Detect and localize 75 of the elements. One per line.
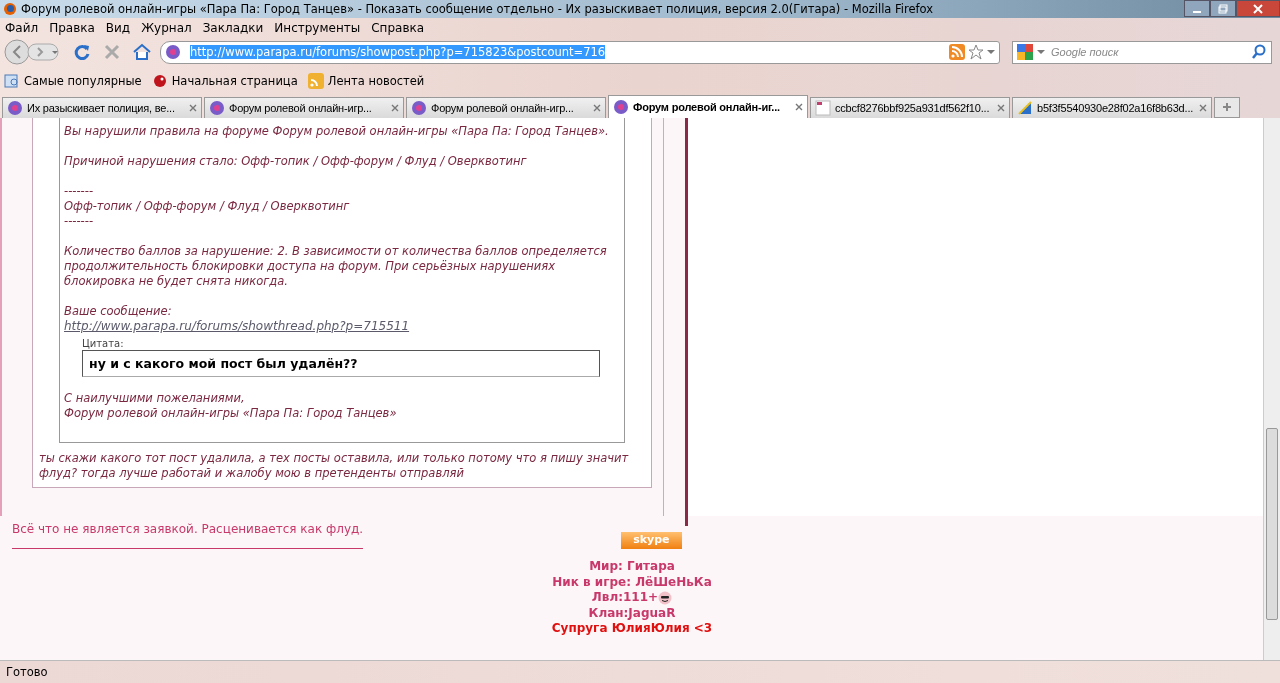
reload-icon[interactable]: [73, 43, 91, 61]
google-icon: [1017, 44, 1033, 60]
rule-text: Всё что не является заявкой. Расценивается как флуд.: [12, 522, 364, 549]
site-icon: [165, 44, 181, 60]
reply-text: ты скажи какого тот пост удалила, а тех посты оставила, или только потому что я пишу значит флуд? тогда лучше работай и жалобу мою в претенденты отправляй: [39, 451, 630, 481]
browser-tab[interactable]: ccbcf8276bbf925a931df562f10...: [810, 97, 1010, 118]
menu-item[interactable]: Вид: [105, 21, 131, 35]
rss-icon: [307, 72, 324, 89]
status-text: Готово: [6, 665, 48, 679]
menu-item[interactable]: Инструменты: [274, 21, 361, 35]
notice-text: Количество баллов за нарушение: 2. В зависимости от количества баллов определяется продолжительность блокировки доступа на форум. При серьёзных нарушениях блокировка не будет снята никогда.: [64, 244, 608, 289]
bookmark-item[interactable]: Самые популярные: [4, 72, 142, 89]
bookmark-item[interactable]: Начальная страница: [151, 72, 298, 89]
site-icon: [613, 99, 629, 115]
notice-text: Ваше сообщение:: [64, 304, 173, 319]
close-icon: [1253, 3, 1263, 14]
signature-line: Клан:JaguaR: [588, 605, 676, 621]
close-icon[interactable]: [1199, 104, 1207, 112]
search-box[interactable]: Google поиск: [1012, 40, 1272, 64]
site-icon: [209, 100, 225, 116]
menu-item[interactable]: Правка: [49, 21, 95, 35]
bookmark-item[interactable]: Лента новостей: [307, 72, 425, 89]
folder-search-icon: [4, 72, 20, 89]
home-icon[interactable]: [133, 43, 151, 61]
window-title: Форум ролевой онлайн-игры «Пара Па: Город Танцев» - Показать сообщение отдельно - Их разыскивает полиция, версия 2.0(Гитара) - Mozilla Firefox: [21, 2, 935, 16]
smiley-icon: [658, 590, 673, 605]
browser-tab[interactable]: Форум ролевой онлайн-игр...: [204, 97, 404, 118]
notice-text: Офф-топик / Офф-форум / Флуд / Оверквотинг: [64, 199, 351, 214]
menu-item[interactable]: Файл: [5, 21, 39, 35]
address-text: http://www.parapa.ru/forums/showpost.php?p=715823&postcount=716: [190, 45, 606, 59]
signature-line: Супруга ЮлияЮлия <3: [551, 621, 713, 637]
close-icon[interactable]: [997, 104, 1005, 112]
browser-tab[interactable]: Их разыскивает полиция, ве...: [2, 97, 202, 118]
maximize-button[interactable]: [1210, 0, 1236, 17]
quote-label: Цитата:: [82, 338, 125, 350]
message-link[interactable]: http://www.parapa.ru/forums/showthread.php?p=715511: [64, 319, 618, 334]
menu-item[interactable]: Журнал: [141, 21, 192, 35]
scrollbar[interactable]: [1263, 118, 1280, 660]
new-tab-button[interactable]: [1214, 97, 1240, 118]
notice-text: Причиной нарушения стало: Офф-топик / Офф-форум / Флуд / Оверквотинг: [64, 154, 528, 169]
maximize-icon: [1218, 3, 1228, 14]
browser-logo-icon: [3, 2, 17, 16]
close-icon[interactable]: [593, 104, 601, 112]
signature-line: Лвл:111+: [591, 590, 673, 606]
image-icon: [815, 100, 831, 116]
plus-icon: [1222, 102, 1232, 112]
close-button[interactable]: [1236, 0, 1280, 17]
minimize-button[interactable]: [1184, 0, 1210, 17]
dropdown-icon[interactable]: [987, 48, 995, 56]
site-icon: [411, 100, 427, 116]
bird-icon: [151, 72, 168, 89]
closing-text: Форум ролевой онлайн-игры «Пара Па: Город Танцев»: [64, 406, 398, 421]
star-icon[interactable]: [968, 44, 984, 60]
close-icon[interactable]: [189, 104, 197, 112]
browser-tab[interactable]: Форум ролевой онлайн-иг...: [608, 95, 808, 118]
search-field[interactable]: Google поиск: [1049, 45, 1247, 59]
notice-text: -------: [64, 214, 95, 229]
minimize-icon: [1193, 10, 1201, 13]
close-icon[interactable]: [795, 103, 803, 111]
signature-line: Ник в игре: ЛёШеНьКа: [552, 574, 712, 590]
menu-item[interactable]: Закладки: [202, 21, 264, 35]
site-icon: [7, 100, 23, 116]
menu-item[interactable]: Справка: [371, 21, 425, 35]
browser-tab[interactable]: Форум ролевой онлайн-игр...: [406, 97, 606, 118]
search-icon[interactable]: [1251, 44, 1267, 60]
rss-icon[interactable]: [949, 44, 965, 60]
closing-text: С наилучшими пожеланиями,: [64, 391, 246, 406]
browser-tab[interactable]: b5f3f5540930e28f02a16f8b63d...: [1012, 97, 1212, 118]
signature-line: Мир: Гитара: [589, 559, 675, 575]
quote-box: ну и с какого мой пост был удалён??: [82, 350, 600, 377]
notice-text: Вы нарушили правила на форуме Форум ролевой онлайн-игры «Пара Па: Город Танцев».: [64, 124, 610, 139]
dropdown-icon[interactable]: [1037, 48, 1045, 56]
close-icon[interactable]: [391, 104, 399, 112]
notice-text: -------: [64, 184, 95, 199]
file-icon: [1017, 100, 1033, 116]
